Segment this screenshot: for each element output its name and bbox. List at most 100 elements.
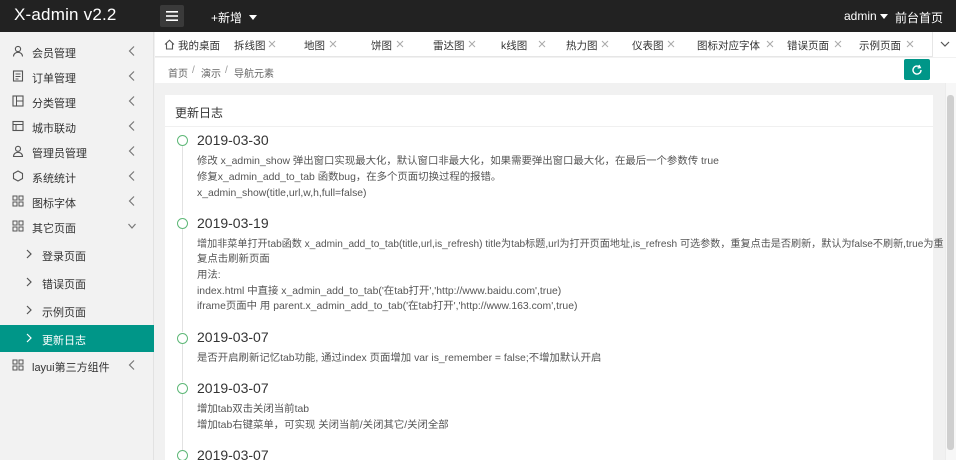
breadcrumb-demo[interactable]: 演示 bbox=[201, 65, 221, 80]
timeline-line bbox=[182, 228, 183, 332]
home-icon bbox=[164, 39, 175, 50]
chevron-left-icon bbox=[128, 171, 135, 181]
caret-down-icon bbox=[249, 15, 258, 20]
pages-icon bbox=[12, 220, 24, 232]
close-icon[interactable] bbox=[833, 39, 843, 49]
sidebar-subitem-label: 错误页面 bbox=[42, 279, 86, 291]
sidebar-item-layui-components[interactable]: layui第三方组件 bbox=[0, 353, 154, 378]
order-icon bbox=[12, 70, 24, 82]
sidebar-subitem-error[interactable]: 错误页面 bbox=[0, 270, 154, 295]
refresh-button[interactable] bbox=[904, 59, 930, 80]
timeline-dot bbox=[177, 383, 188, 394]
sidebar-item-orders[interactable]: 订单管理 bbox=[0, 64, 154, 89]
tab-label: 仪表图 bbox=[632, 40, 664, 52]
category-icon bbox=[12, 95, 24, 107]
timeline-text: 复点击刷新页面 bbox=[197, 254, 270, 265]
timeline-text: 修改 x_admin_show 弹出窗口实现最大化，默认窗口非最大化，如果需要弹… bbox=[197, 156, 719, 167]
sidebar-subitem-label: 更新日志 bbox=[42, 335, 86, 347]
timeline-text: iframe页面中 用 parent.x_admin_add_to_tab('在… bbox=[197, 301, 578, 312]
timeline-date: 2019-03-07 bbox=[197, 380, 269, 396]
tab-error-page[interactable]: 错误页面 bbox=[787, 32, 853, 57]
tab-line-chart[interactable]: 拆线图 bbox=[234, 32, 294, 57]
tab-more-button[interactable] bbox=[932, 32, 956, 57]
close-icon[interactable] bbox=[765, 39, 775, 49]
sidebar-subitem-label: 登录页面 bbox=[42, 251, 86, 263]
chevron-left-icon bbox=[128, 71, 135, 81]
timeline-dot bbox=[177, 218, 188, 229]
tab-label: 错误页面 bbox=[787, 40, 829, 52]
chevron-left-icon bbox=[128, 196, 135, 206]
stats-icon bbox=[12, 170, 24, 182]
add-new-menu[interactable]: +新增 bbox=[211, 9, 258, 26]
chevron-right-icon bbox=[26, 333, 32, 343]
sidebar-item-label: 系统统计 bbox=[32, 173, 76, 185]
timeline-text: x_admin_show(title,url,w,h,full=false) bbox=[197, 188, 367, 199]
frontpage-link[interactable]: 前台首页 bbox=[895, 9, 943, 26]
timeline-dot bbox=[177, 333, 188, 344]
close-icon[interactable] bbox=[905, 39, 915, 49]
user-menu[interactable]: admin bbox=[844, 9, 888, 23]
top-header: X-admin v2.2 +新增 admin 前台首页 bbox=[0, 0, 956, 32]
breadcrumb-home[interactable]: 首页 bbox=[168, 65, 188, 80]
tab-my-desktop[interactable]: 我的桌面 bbox=[163, 32, 223, 57]
tab-map[interactable]: 地图 bbox=[304, 32, 354, 57]
menu-toggle-button[interactable] bbox=[160, 5, 184, 27]
app-logo[interactable]: X-admin v2.2 bbox=[14, 5, 117, 25]
sidebar-item-city[interactable]: 城市联动 bbox=[0, 114, 154, 139]
tab-radar-chart[interactable]: 雷达图 bbox=[433, 32, 493, 57]
chevron-left-icon bbox=[128, 121, 135, 131]
sidebar-item-stats[interactable]: 系统统计 bbox=[0, 164, 154, 189]
tab-gauge[interactable]: 仪表图 bbox=[632, 32, 692, 57]
close-icon[interactable] bbox=[537, 39, 547, 49]
chevron-down-icon bbox=[940, 41, 950, 47]
chevron-left-icon bbox=[128, 360, 135, 370]
sidebar-item-categories[interactable]: 分类管理 bbox=[0, 89, 154, 114]
close-icon[interactable] bbox=[395, 39, 405, 49]
close-icon[interactable] bbox=[600, 39, 610, 49]
tab-kline-chart[interactable]: k线图 bbox=[501, 32, 561, 57]
sidebar-item-label: 其它页面 bbox=[32, 223, 76, 235]
caret-down-icon bbox=[879, 13, 888, 19]
tab-label: 热力图 bbox=[566, 40, 598, 52]
user-icon bbox=[12, 45, 24, 57]
sidebar-item-members[interactable]: 会员管理 bbox=[0, 39, 154, 64]
hamburger-icon bbox=[166, 11, 178, 21]
timeline-text: 修复x_admin_add_to_tab 函数bug，在多个页面切换过程的报错。 bbox=[197, 172, 502, 183]
timeline-text: 是否开启刷新记忆tab功能, 通过index 页面增加 var is_remem… bbox=[197, 353, 602, 364]
card-title: 更新日志 bbox=[175, 106, 224, 120]
sidebar-item-other-pages[interactable]: 其它页面 bbox=[0, 214, 154, 239]
sidebar-subitem-changelog[interactable]: 更新日志 bbox=[0, 325, 154, 352]
timeline-line bbox=[182, 393, 183, 450]
tab-bar: 我的桌面 拆线图 地图 饼图 雷达图 k线图 热力图 仪表图 图标对应字体 错误… bbox=[155, 32, 956, 57]
chevron-right-icon bbox=[26, 249, 32, 259]
sidebar-item-label: 管理员管理 bbox=[32, 148, 87, 160]
breadcrumb-separator: / bbox=[192, 65, 195, 76]
sidebar-item-icon-fonts[interactable]: 图标字体 bbox=[0, 189, 154, 214]
timeline-dot bbox=[177, 450, 188, 460]
sidebar-item-label: 订单管理 bbox=[32, 73, 76, 85]
close-icon[interactable] bbox=[328, 39, 338, 49]
sidebar-subitem-login[interactable]: 登录页面 bbox=[0, 242, 154, 267]
close-icon[interactable] bbox=[467, 39, 477, 49]
tab-icon-fonts[interactable]: 图标对应字体 bbox=[697, 32, 785, 57]
sidebar-item-label: layui第三方组件 bbox=[32, 362, 110, 374]
close-icon[interactable] bbox=[267, 39, 277, 49]
chevron-down-icon bbox=[128, 223, 136, 229]
timeline-text: 用法: bbox=[197, 270, 221, 281]
tab-example-page[interactable]: 示例页面 bbox=[859, 32, 925, 57]
tab-pie-chart[interactable]: 饼图 bbox=[371, 32, 421, 57]
tab-heatmap[interactable]: 热力图 bbox=[566, 32, 626, 57]
chevron-right-icon bbox=[26, 305, 32, 315]
tab-label: 雷达图 bbox=[433, 40, 465, 52]
refresh-icon bbox=[912, 64, 922, 75]
tab-label: 地图 bbox=[304, 40, 325, 52]
timeline-date: 2019-03-30 bbox=[197, 132, 269, 148]
scrollbar-thumb[interactable] bbox=[947, 95, 954, 450]
sidebar-subitem-example[interactable]: 示例页面 bbox=[0, 298, 154, 323]
add-new-label: +新增 bbox=[211, 11, 243, 25]
close-icon[interactable] bbox=[666, 39, 676, 49]
chevron-left-icon bbox=[128, 146, 135, 156]
sidebar-item-label: 会员管理 bbox=[32, 48, 76, 60]
sidebar-item-admins[interactable]: 管理员管理 bbox=[0, 139, 154, 164]
chevron-left-icon bbox=[128, 46, 135, 56]
